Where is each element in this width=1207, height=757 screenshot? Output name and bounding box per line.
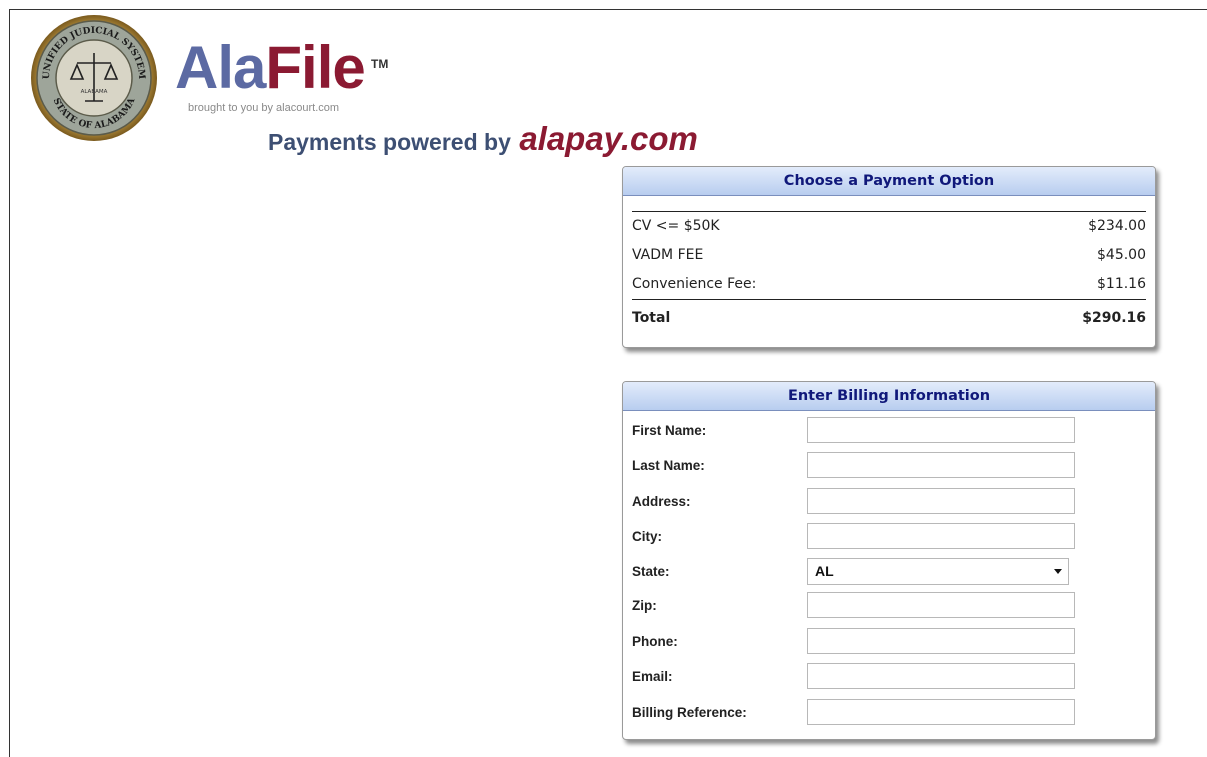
billing-panel-title: Enter Billing Information xyxy=(623,382,1155,411)
payment-item-label: Convenience Fee: xyxy=(632,276,757,292)
powered-by-banner: Payments powered by alapay.com xyxy=(268,120,698,158)
brand-tagline: brought to you by alacourt.com xyxy=(188,102,340,114)
payment-panel-title: Choose a Payment Option xyxy=(623,167,1155,196)
payment-option-panel: Choose a Payment Option CV <= $50K $234.… xyxy=(622,166,1156,348)
payment-total-row: Total $290.16 xyxy=(632,299,1146,336)
address-input[interactable] xyxy=(807,488,1075,514)
state-select[interactable]: AL xyxy=(807,558,1069,585)
zip-label: Zip: xyxy=(632,598,657,613)
first-name-label: First Name: xyxy=(632,423,707,438)
dropdown-arrow-icon[interactable] xyxy=(1054,569,1062,574)
trademark-mark: TM xyxy=(371,57,389,71)
email-input[interactable] xyxy=(807,663,1075,689)
payment-item-label: CV <= $50K xyxy=(632,218,720,234)
last-name-label: Last Name: xyxy=(632,458,705,473)
state-selected-value: AL xyxy=(815,563,834,579)
brand-ala: Ala xyxy=(175,34,266,101)
zip-input[interactable] xyxy=(807,592,1075,618)
phone-label: Phone: xyxy=(632,634,678,649)
phone-input[interactable] xyxy=(807,628,1075,654)
email-label: Email: xyxy=(632,669,673,684)
state-label: State: xyxy=(632,564,670,579)
payment-row: VADM FEE $45.00 xyxy=(632,241,1146,270)
billing-reference-input[interactable] xyxy=(807,699,1075,725)
alafile-logo: AlaFile TM xyxy=(175,38,388,98)
billing-info-panel: Enter Billing Information First Name: La… xyxy=(622,381,1156,740)
address-label: Address: xyxy=(632,494,691,509)
alapay-brand: alapay.com xyxy=(519,120,698,157)
payment-item-amount: $234.00 xyxy=(1088,218,1146,234)
payment-total-amount: $290.16 xyxy=(1082,310,1146,326)
payment-item-amount: $45.00 xyxy=(1097,247,1146,263)
alabama-judicial-seal-logo: UNIFIED JUDICIAL SYSTEM STATE OF ALABAMA… xyxy=(31,15,157,141)
payment-item-label: VADM FEE xyxy=(632,247,704,263)
first-name-input[interactable] xyxy=(807,417,1075,443)
billing-reference-label: Billing Reference: xyxy=(632,705,747,720)
payment-row: Convenience Fee: $11.16 xyxy=(632,270,1146,299)
payment-table: CV <= $50K $234.00 VADM FEE $45.00 Conve… xyxy=(632,211,1146,336)
city-label: City: xyxy=(632,529,662,544)
payment-row: CV <= $50K $234.00 xyxy=(632,212,1146,241)
last-name-input[interactable] xyxy=(807,452,1075,478)
city-input[interactable] xyxy=(807,523,1075,549)
payment-item-amount: $11.16 xyxy=(1097,276,1146,292)
brand-file: File xyxy=(265,34,365,101)
seal-inner-text: ALABAMA xyxy=(81,89,108,95)
powered-by-text: Payments powered by xyxy=(268,129,511,155)
payment-total-label: Total xyxy=(632,310,671,326)
